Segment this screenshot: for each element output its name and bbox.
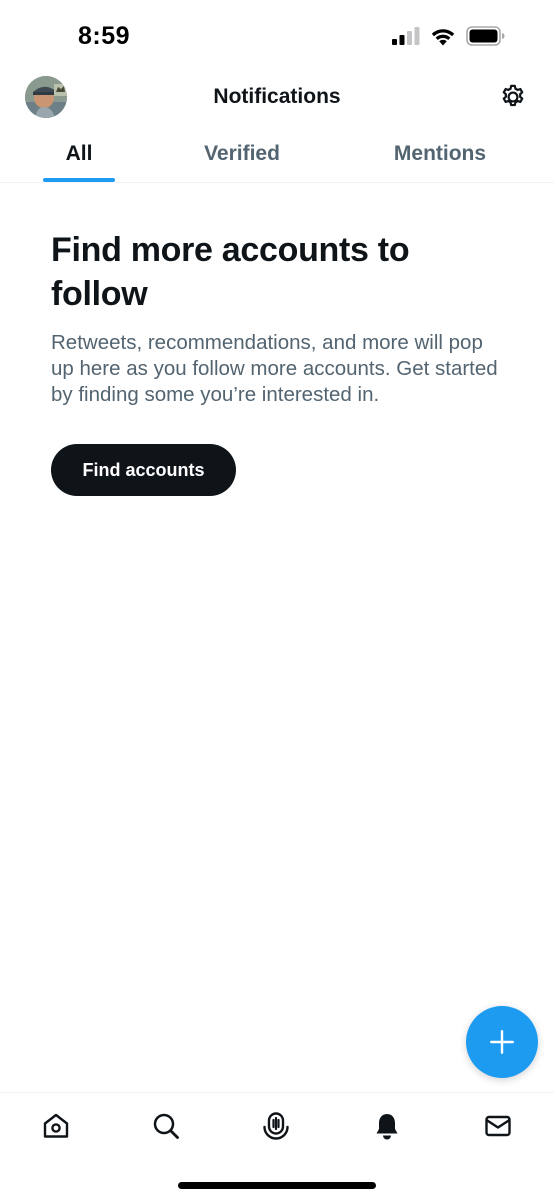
- mail-icon: [485, 1115, 511, 1137]
- active-tab-indicator: [43, 178, 115, 182]
- header: Notifications: [0, 70, 554, 126]
- nav-home[interactable]: [39, 1109, 73, 1143]
- status-icons: [392, 26, 506, 46]
- tab-mentions[interactable]: Mentions: [326, 126, 554, 182]
- nav-messages[interactable]: [481, 1109, 515, 1143]
- page-title: Notifications: [213, 85, 341, 108]
- status-bar: 8:59: [0, 0, 554, 70]
- empty-state-title: Find more accounts to follow: [51, 231, 410, 313]
- plus-icon: [490, 1030, 514, 1054]
- battery-icon: [466, 26, 505, 46]
- search-icon: [153, 1113, 179, 1139]
- wifi-icon: [431, 28, 455, 45]
- tab-verified[interactable]: Verified: [158, 126, 326, 182]
- nav-notifications[interactable]: [370, 1109, 404, 1143]
- find-accounts-button[interactable]: Find accounts: [51, 444, 236, 496]
- nav-search[interactable]: [149, 1109, 183, 1143]
- gear-icon: [502, 84, 524, 107]
- settings-button[interactable]: [498, 82, 528, 112]
- bell-icon: [376, 1114, 398, 1140]
- home-indicator: [178, 1182, 376, 1189]
- spaces-icon: [263, 1112, 289, 1140]
- empty-state-body: Retweets, recommendations, and more will…: [51, 331, 498, 406]
- tab-verified-label: Verified: [204, 142, 280, 165]
- tab-all[interactable]: All: [0, 126, 158, 182]
- nav-spaces[interactable]: [259, 1109, 293, 1143]
- cellular-signal-icon: [392, 27, 420, 45]
- notification-tabs: All Verified Mentions: [0, 126, 554, 183]
- tab-all-label: All: [65, 142, 93, 165]
- status-time: 8:59: [78, 22, 131, 50]
- tab-mentions-label: Mentions: [393, 142, 487, 165]
- compose-fab[interactable]: [466, 1006, 538, 1078]
- empty-state: Find more accounts to follow Retweets, r…: [51, 228, 511, 408]
- home-icon: [43, 1113, 69, 1138]
